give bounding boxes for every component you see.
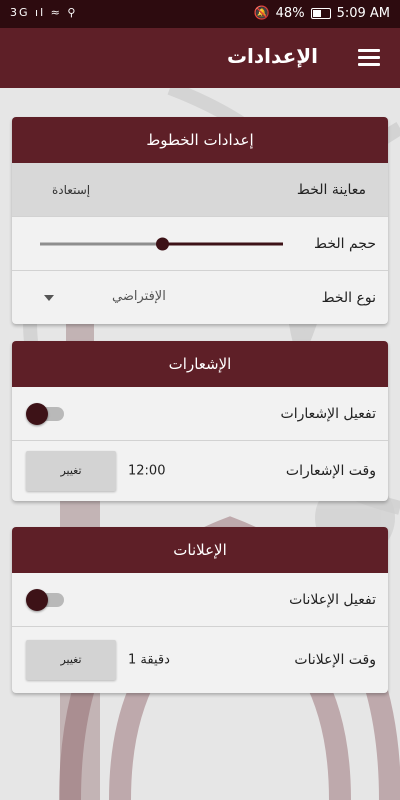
chevron-down-icon: [44, 294, 54, 301]
font-size-row: حجم الخط: [12, 217, 388, 271]
font-settings-header: إعدادات الخطوط: [12, 117, 388, 163]
font-type-value: الإفتراضي: [112, 288, 166, 304]
battery-icon: [310, 8, 331, 19]
font-type-label: نوع الخط: [321, 289, 376, 306]
notifications-enable-row: تفعيل الإشعارات: [12, 387, 388, 441]
ads-time-row: وقت الإعلانات 1 دقيقة تغيير: [12, 627, 388, 693]
notifications-change-button[interactable]: تغيير: [26, 451, 116, 491]
notifications-time-row: وقت الإشعارات 12:00 تغيير: [12, 441, 388, 501]
notifications-time-value: 12:00: [128, 463, 166, 479]
ads-header: الإعلانات: [12, 527, 388, 573]
ads-enable-row: تفعيل الإعلانات: [12, 573, 388, 627]
font-size-slider[interactable]: [40, 237, 283, 250]
notifications-toggle[interactable]: [26, 402, 64, 425]
font-size-slider-fill: [161, 242, 283, 245]
font-preview-row: معاينة الخط إستعادة: [12, 163, 388, 217]
restore-button[interactable]: إستعادة: [52, 183, 90, 197]
ads-time-value: 1 دقيقة: [128, 652, 170, 668]
notifications-enable-label: تفعيل الإشعارات: [280, 405, 376, 422]
notifications-time-label: وقت الإشعارات: [285, 463, 376, 479]
battery-percent: 48%: [275, 6, 305, 21]
status-time: 5:09 AM: [336, 6, 390, 21]
ads-change-button[interactable]: تغيير: [26, 640, 116, 680]
ads-enable-label: تفعيل الإعلانات: [289, 591, 376, 608]
status-icons-left: 3G ıl ≈ ⚲: [10, 6, 78, 19]
ads-card: الإعلانات تفعيل الإعلانات وقت الإعلانات …: [12, 527, 388, 693]
font-type-dropdown[interactable]: الإفتراضي: [42, 283, 192, 313]
font-type-row: نوع الخط الإفتراضي: [12, 271, 388, 324]
notifications-card: الإشعارات تفعيل الإشعارات وقت الإشعارات …: [12, 341, 388, 501]
font-settings-card: إعدادات الخطوط معاينة الخط إستعادة حجم ا…: [12, 117, 388, 324]
app-bar: الإعدادات: [0, 28, 400, 88]
font-size-label: حجم الخط: [314, 235, 376, 252]
mute-icon: 🔕: [253, 6, 270, 21]
status-bar: 3G ıl ≈ ⚲ 🔕 48% 5:09 AM: [0, 0, 400, 28]
page-title: الإعدادات: [226, 44, 318, 68]
font-size-slider-thumb[interactable]: [155, 237, 169, 250]
ads-time-label: وقت الإعلانات: [294, 652, 376, 668]
font-preview-label: معاينة الخط: [296, 181, 366, 198]
hamburger-menu-icon[interactable]: [358, 49, 380, 67]
ads-toggle[interactable]: [26, 588, 64, 611]
notifications-header: الإشعارات: [12, 341, 388, 387]
